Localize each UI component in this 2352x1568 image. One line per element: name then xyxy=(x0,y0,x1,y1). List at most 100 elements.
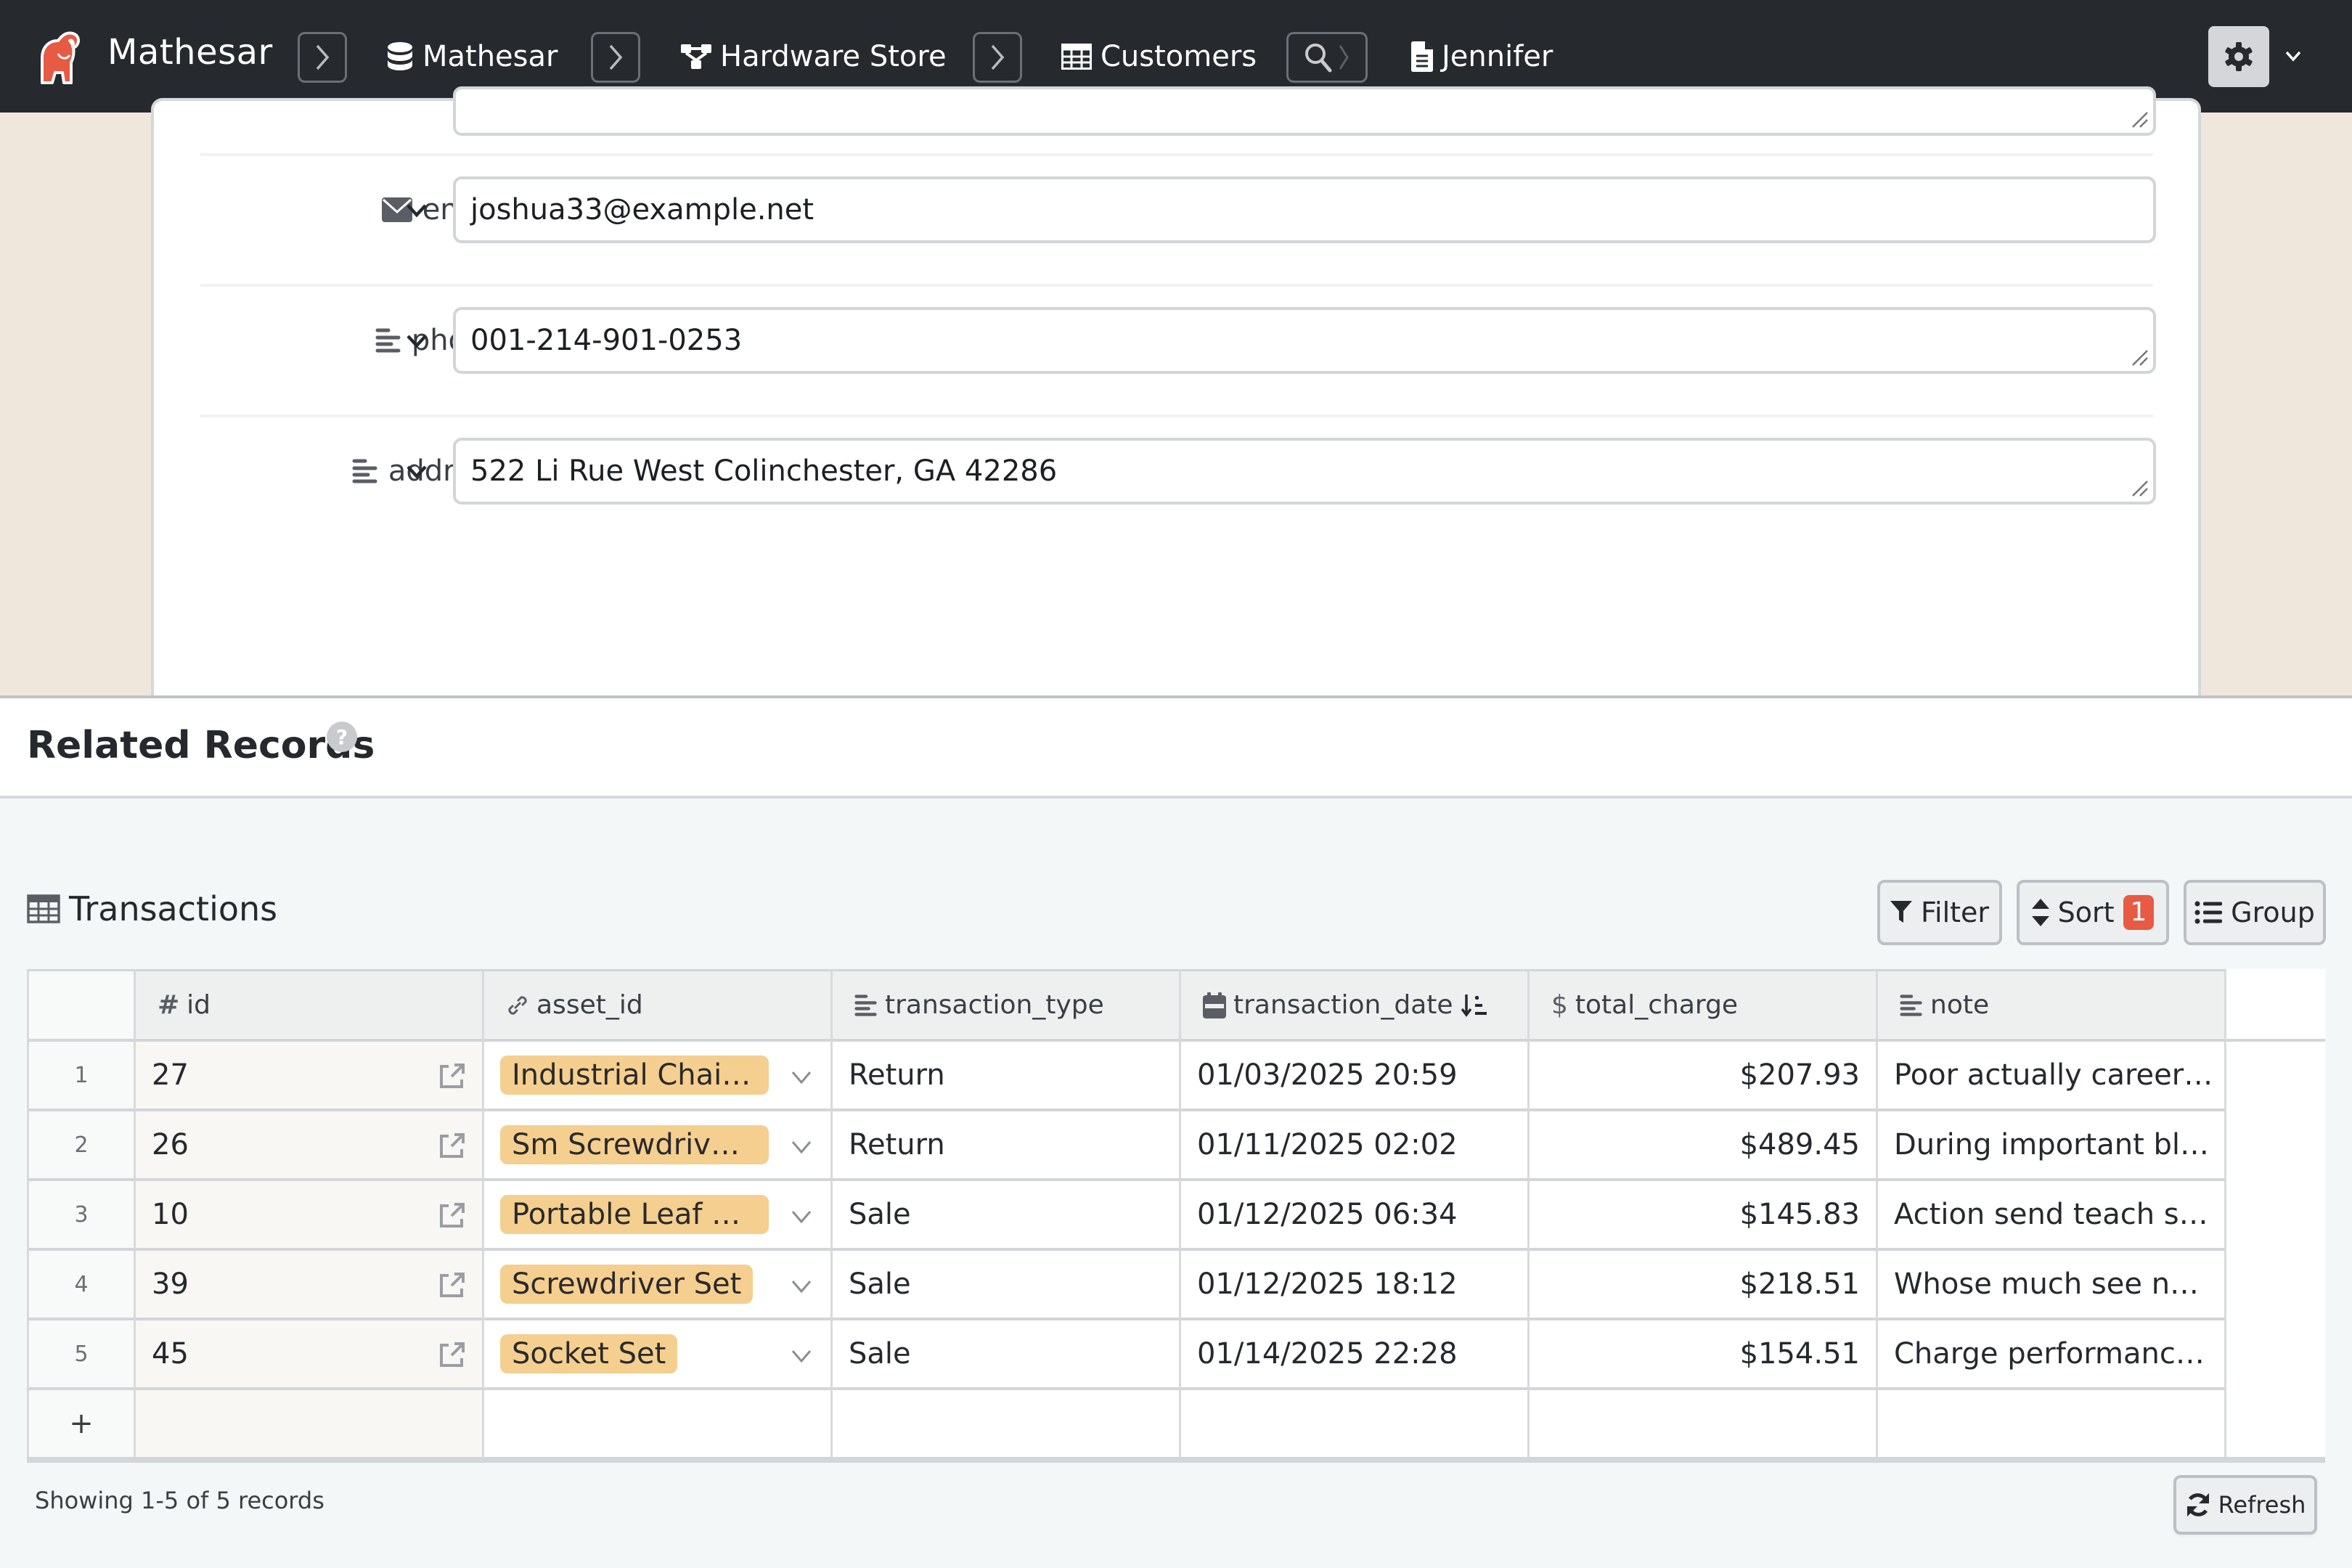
open-record-icon[interactable] xyxy=(437,1341,466,1370)
cell-transaction-type[interactable]: Return xyxy=(833,1111,1181,1181)
cell-asset-id[interactable]: Socket Set xyxy=(484,1320,833,1390)
linked-record-pill[interactable]: Industrial Chain... xyxy=(500,1055,769,1095)
row-number[interactable]: 2 xyxy=(27,1111,136,1181)
column-header-asset-id[interactable]: asset_id xyxy=(484,969,833,1042)
add-row-cell[interactable] xyxy=(136,1390,484,1460)
horizontal-scrollbar[interactable] xyxy=(27,1457,2325,1463)
breadcrumb-separator[interactable] xyxy=(973,32,1022,83)
resize-grip-icon[interactable] xyxy=(2130,348,2149,367)
sort-button[interactable]: Sort 1 xyxy=(2017,880,2169,945)
cell-transaction-date[interactable]: 01/12/2025 06:34 xyxy=(1181,1181,1530,1251)
column-header-transaction-type[interactable]: transaction_type xyxy=(833,969,1181,1042)
table-row[interactable]: 3 10 Portable Leaf Bl... Sale 01/12/2025 06:… xyxy=(27,1181,2325,1251)
breadcrumb-record[interactable]: Jennifer xyxy=(1411,35,1553,78)
open-record-icon[interactable] xyxy=(437,1062,466,1091)
cell-note[interactable]: Poor actually career ... xyxy=(1878,1042,2226,1111)
transactions-table-title[interactable]: Transactions xyxy=(27,889,277,928)
chevron-down-icon[interactable] xyxy=(2281,44,2306,68)
chevron-down-icon[interactable] xyxy=(788,1063,814,1090)
add-row-cell[interactable] xyxy=(833,1390,1181,1460)
add-row-cell[interactable] xyxy=(484,1390,833,1460)
open-record-icon[interactable] xyxy=(437,1201,466,1230)
row-number-header[interactable] xyxy=(27,969,136,1042)
cell-id[interactable]: 39 xyxy=(136,1251,484,1320)
help-icon[interactable]: ? xyxy=(327,722,357,752)
cell-id[interactable]: 26 xyxy=(136,1111,484,1181)
chevron-down-icon[interactable] xyxy=(788,1203,814,1229)
row-number[interactable]: 5 xyxy=(27,1320,136,1390)
cell-transaction-type[interactable]: Sale xyxy=(833,1320,1181,1390)
breadcrumb-separator[interactable] xyxy=(591,32,640,83)
resize-grip-icon[interactable] xyxy=(2130,478,2149,497)
breadcrumb-schema[interactable]: Hardware Store xyxy=(681,35,947,78)
cell-transaction-date[interactable]: 01/14/2025 22:28 xyxy=(1181,1320,1530,1390)
cell-note[interactable]: During important bla... xyxy=(1878,1111,2226,1181)
chevron-down-icon[interactable] xyxy=(788,1273,814,1299)
linked-record-pill[interactable]: Socket Set xyxy=(500,1334,678,1373)
mathesar-logo-icon[interactable] xyxy=(29,25,93,89)
phone-input[interactable]: 001-214-901-0253 xyxy=(453,307,2156,374)
row-number[interactable]: 3 xyxy=(27,1181,136,1251)
open-record-icon[interactable] xyxy=(437,1132,466,1161)
chevron-down-icon[interactable] xyxy=(401,194,433,226)
email-input[interactable]: joshua33@example.net xyxy=(453,176,2156,243)
cell-transaction-type[interactable]: Sale xyxy=(833,1181,1181,1251)
cell-total-charge[interactable]: $145.83 xyxy=(1530,1181,1878,1251)
column-header-id[interactable]: # id xyxy=(136,969,484,1042)
link-icon xyxy=(508,995,527,1015)
add-row-cell[interactable] xyxy=(1181,1390,1530,1460)
add-row[interactable]: + xyxy=(27,1390,2325,1460)
cell-transaction-type[interactable]: Sale xyxy=(833,1251,1181,1320)
breadcrumb-separator[interactable] xyxy=(298,32,347,83)
cell-id[interactable]: 45 xyxy=(136,1320,484,1390)
add-row-cell[interactable] xyxy=(1878,1390,2226,1460)
open-record-icon[interactable] xyxy=(437,1271,466,1300)
row-number[interactable]: 1 xyxy=(27,1042,136,1111)
table-row[interactable]: 4 39 Screwdriver Set Sale 01/12/2025 18:12 $2… xyxy=(27,1251,2325,1320)
record-search-button[interactable] xyxy=(1286,32,1368,83)
breadcrumb-table[interactable]: Customers xyxy=(1061,35,1257,78)
chevron-down-icon[interactable] xyxy=(788,1133,814,1159)
cell-id[interactable]: 10 xyxy=(136,1181,484,1251)
chevron-down-icon[interactable] xyxy=(401,455,433,487)
linked-record-pill[interactable]: Screwdriver Set xyxy=(500,1265,754,1304)
column-header-transaction-date[interactable]: transaction_date xyxy=(1181,969,1530,1042)
cell-note[interactable]: Charge performance... xyxy=(1878,1320,2226,1390)
breadcrumb-database[interactable]: Mathesar xyxy=(386,35,558,78)
cell-total-charge[interactable]: $207.93 xyxy=(1530,1042,1878,1111)
table-row[interactable]: 1 27 Industrial Chain... Return 01/03/2025 2… xyxy=(27,1042,2325,1111)
refresh-button[interactable]: Refresh xyxy=(2173,1475,2317,1535)
cell-total-charge[interactable]: $489.45 xyxy=(1530,1111,1878,1181)
cell-asset-id[interactable]: Portable Leaf Bl... xyxy=(484,1181,833,1251)
cell-asset-id[interactable]: Industrial Chain... xyxy=(484,1042,833,1111)
settings-button[interactable] xyxy=(2208,26,2269,87)
cell-total-charge[interactable]: $154.51 xyxy=(1530,1320,1878,1390)
group-button[interactable]: Group xyxy=(2184,880,2326,945)
row-number[interactable]: 4 xyxy=(27,1251,136,1320)
cell-asset-id[interactable]: Sm Screwdriver... xyxy=(484,1111,833,1181)
column-header-total-charge[interactable]: $ total_charge xyxy=(1530,969,1878,1042)
cell-asset-id[interactable]: Screwdriver Set xyxy=(484,1251,833,1320)
resize-grip-icon[interactable] xyxy=(2130,110,2149,128)
add-row-cell[interactable] xyxy=(1530,1390,1878,1460)
chevron-down-icon[interactable] xyxy=(788,1342,814,1368)
cell-note[interactable]: Action send teach se... xyxy=(1878,1181,2226,1251)
address-input[interactable]: 522 Li Rue West Colinchester, GA 42286 xyxy=(453,438,2156,505)
previous-field-input[interactable] xyxy=(453,86,2156,136)
cell-note[interactable]: Whose much see not... xyxy=(1878,1251,2226,1320)
table-row[interactable]: 2 26 Sm Screwdriver... Return 01/11/2025 02:… xyxy=(27,1111,2325,1181)
cell-transaction-type[interactable]: Return xyxy=(833,1042,1181,1111)
filter-button[interactable]: Filter xyxy=(1877,880,2002,945)
chevron-down-icon[interactable] xyxy=(401,324,433,356)
add-row-button[interactable]: + xyxy=(27,1390,136,1460)
column-header-note[interactable]: note xyxy=(1878,969,2226,1042)
cell-transaction-date[interactable]: 01/03/2025 20:59 xyxy=(1181,1042,1530,1111)
cell-transaction-date[interactable]: 01/11/2025 02:02 xyxy=(1181,1111,1530,1181)
cell-id[interactable]: 27 xyxy=(136,1042,484,1111)
linked-record-pill[interactable]: Sm Screwdriver... xyxy=(500,1125,769,1164)
cell-transaction-date[interactable]: 01/12/2025 18:12 xyxy=(1181,1251,1530,1320)
app-name[interactable]: Mathesar xyxy=(107,32,273,73)
table-row[interactable]: 5 45 Socket Set Sale 01/14/2025 22:28 $154.51… xyxy=(27,1320,2325,1390)
cell-total-charge[interactable]: $218.51 xyxy=(1530,1251,1878,1320)
linked-record-pill[interactable]: Portable Leaf Bl... xyxy=(500,1195,769,1234)
